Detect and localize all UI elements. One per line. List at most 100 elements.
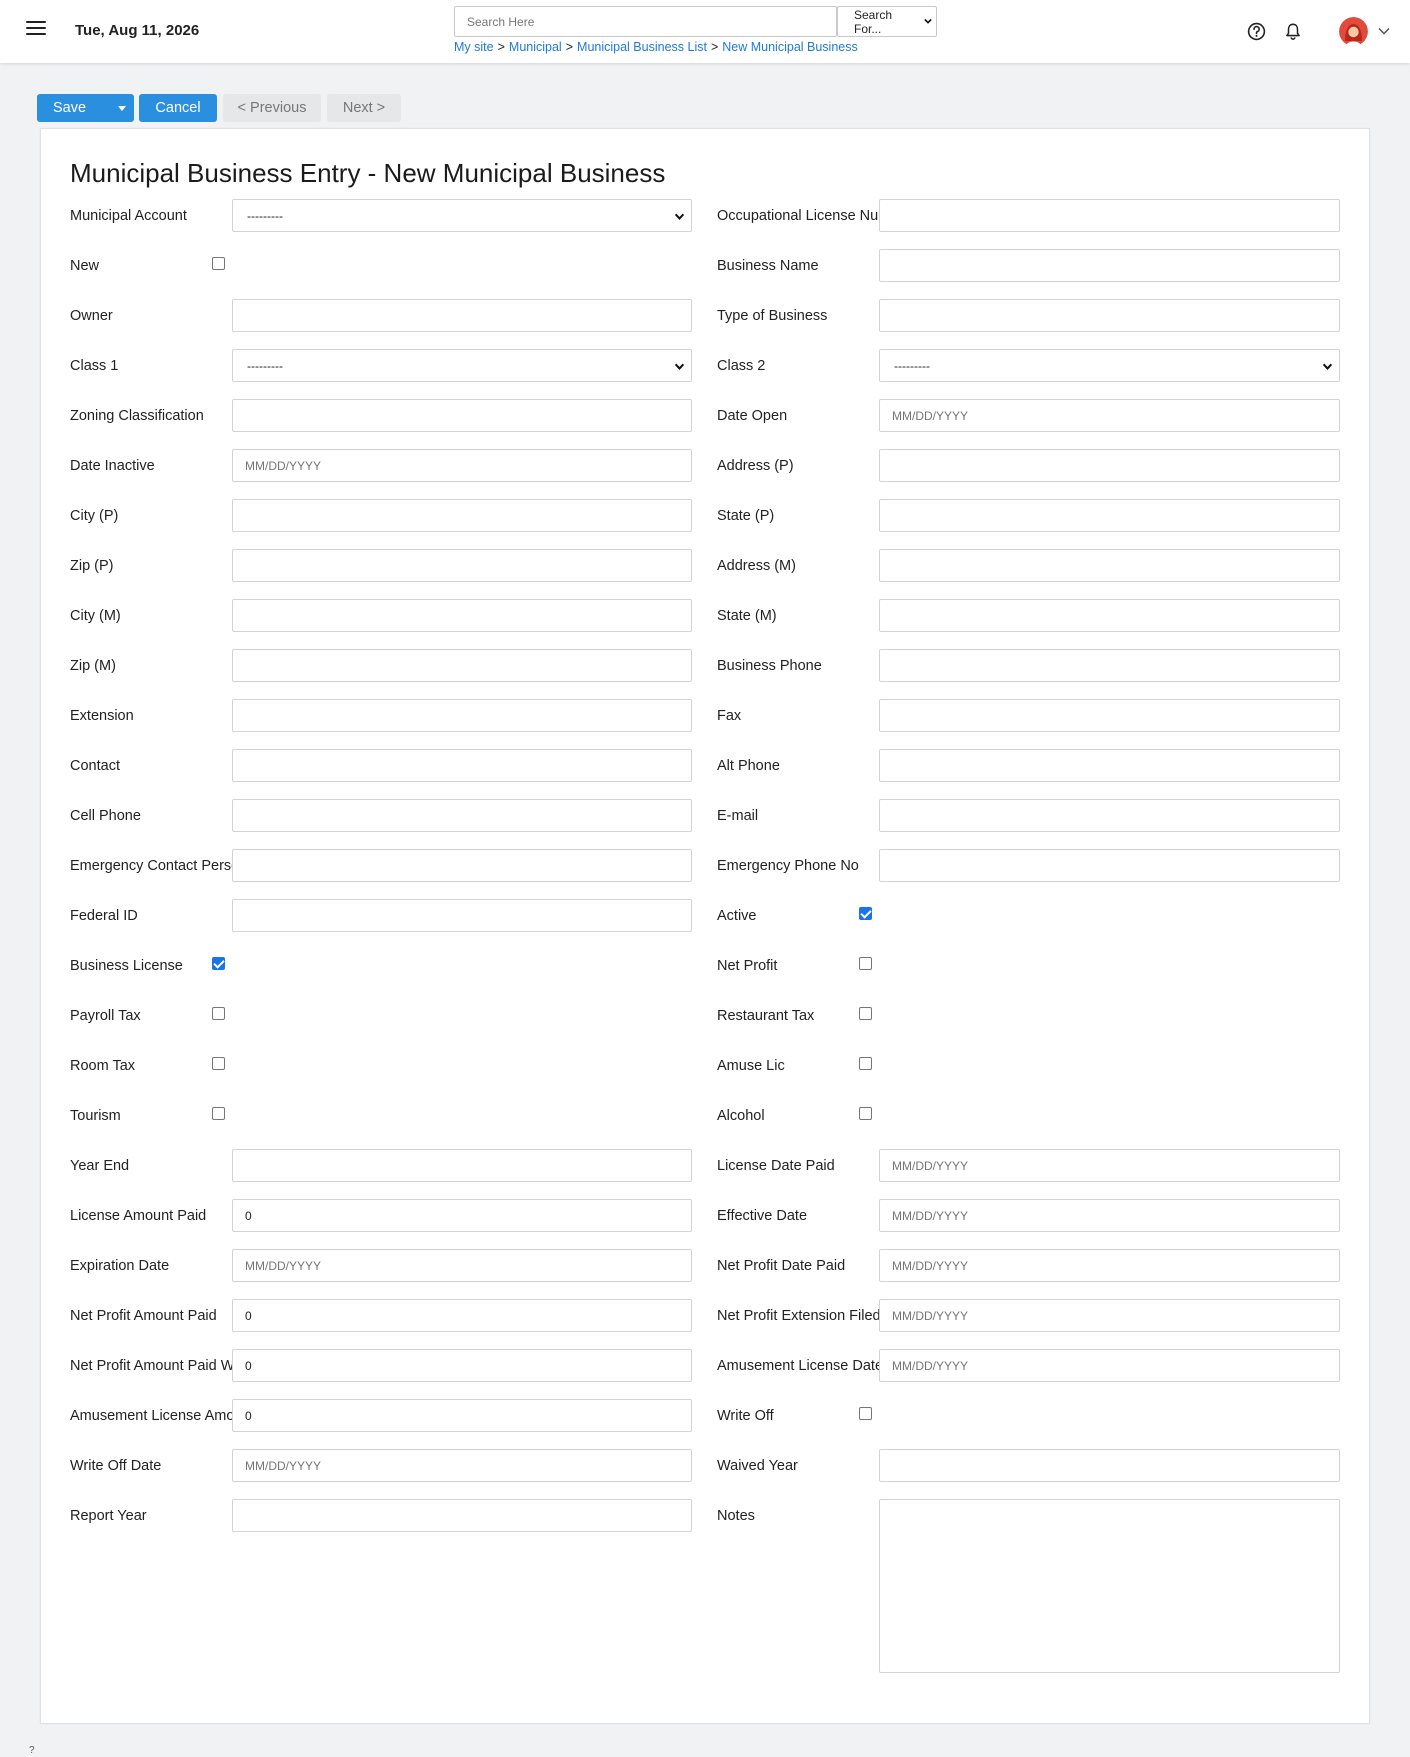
waived-year-input[interactable] [879, 1449, 1340, 1482]
breadcrumb-municipal[interactable]: Municipal [509, 40, 562, 54]
address-m-label: Address (M) [717, 558, 796, 574]
field-type-of-business: Type of Business [41, 299, 1371, 333]
breadcrumb-new-municipal-business[interactable]: New Municipal Business [722, 40, 857, 54]
save-button[interactable]: Save [37, 94, 134, 122]
footer-mark: ? [29, 1745, 35, 1756]
state-p-input[interactable] [879, 499, 1340, 532]
fax-label: Fax [717, 708, 742, 724]
net-profit-date-paid-input[interactable] [879, 1249, 1340, 1282]
search-for-label: Search For... [854, 7, 893, 36]
alt-phone-label: Alt Phone [717, 758, 780, 774]
search-for-select[interactable]: Search For... [837, 6, 937, 37]
field-notes: Notes [41, 1499, 1371, 1673]
breadcrumb-municipal-business-list[interactable]: Municipal Business List [577, 40, 707, 54]
write-off-checkbox[interactable] [859, 1407, 872, 1420]
net-profit-extension-filed-label: Net Profit Extension Filed [717, 1308, 879, 1324]
net-profit-label: Net Profit [717, 958, 778, 974]
field-amusement-license-date: Amusement License Date [41, 1349, 1371, 1383]
occupational-license-number-input[interactable] [879, 199, 1340, 232]
field-waived-year: Waived Year [41, 1449, 1371, 1483]
chevron-down-icon [1322, 363, 1333, 370]
restaurant-tax-label: Restaurant Tax [717, 1008, 815, 1024]
amusement-license-date-label: Amusement License Date [717, 1358, 879, 1374]
net-profit-extension-filed-input[interactable] [879, 1299, 1340, 1332]
class-2-selected-value: --------- [894, 358, 930, 373]
cancel-button[interactable]: Cancel [139, 94, 217, 122]
field-date-open: Date Open [41, 399, 1371, 433]
chevron-down-icon[interactable] [1378, 27, 1390, 35]
address-m-input[interactable] [879, 549, 1340, 582]
date-open-input[interactable] [879, 399, 1340, 432]
date-open-label: Date Open [717, 408, 788, 424]
notes-textarea[interactable] [879, 1499, 1340, 1673]
field-e-mail: E-mail [41, 799, 1371, 833]
field-state-p: State (P) [41, 499, 1371, 533]
class-2-label: Class 2 [717, 358, 766, 374]
effective-date-input[interactable] [879, 1199, 1340, 1232]
field-business-phone: Business Phone [41, 649, 1371, 683]
amuse-lic-label: Amuse Lic [717, 1058, 785, 1074]
field-license-date-paid: License Date Paid [41, 1149, 1371, 1183]
fax-input[interactable] [879, 699, 1340, 732]
write-off-label: Write Off [717, 1408, 774, 1424]
net-profit-date-paid-label: Net Profit Date Paid [717, 1258, 846, 1274]
restaurant-tax-checkbox[interactable] [859, 1007, 872, 1020]
emergency-phone-no-input[interactable] [879, 849, 1340, 882]
search-input[interactable] [454, 6, 837, 37]
license-date-paid-label: License Date Paid [717, 1158, 835, 1174]
notes-label: Notes [717, 1508, 755, 1524]
hamburger-menu-icon[interactable] [26, 21, 46, 37]
field-alt-phone: Alt Phone [41, 749, 1371, 783]
type-of-business-label: Type of Business [717, 308, 828, 324]
waived-year-label: Waived Year [717, 1458, 798, 1474]
help-icon[interactable] [1247, 22, 1266, 41]
field-emergency-phone-no: Emergency Phone No [41, 849, 1371, 883]
field-address-m: Address (M) [41, 549, 1371, 583]
state-m-label: State (M) [717, 608, 777, 624]
business-name-input[interactable] [879, 249, 1340, 282]
e-mail-input[interactable] [879, 799, 1340, 832]
field-class-2: Class 2 --------- [41, 349, 1371, 383]
previous-button[interactable]: < Previous [223, 94, 321, 122]
field-amuse-lic: Amuse Lic [41, 1049, 1371, 1083]
field-write-off: Write Off [41, 1399, 1371, 1433]
license-date-paid-input[interactable] [879, 1149, 1340, 1182]
form-card: Municipal Business Entry - New Municipal… [40, 128, 1370, 1724]
save-options-dropdown[interactable] [109, 94, 134, 122]
field-fax: Fax [41, 699, 1371, 733]
field-alcohol: Alcohol [41, 1099, 1371, 1133]
user-avatar[interactable] [1339, 17, 1368, 46]
business-phone-label: Business Phone [717, 658, 822, 674]
effective-date-label: Effective Date [717, 1208, 808, 1224]
field-address-p: Address (P) [41, 449, 1371, 483]
business-phone-input[interactable] [879, 649, 1340, 682]
field-net-profit: Net Profit [41, 949, 1371, 983]
amusement-license-date-input[interactable] [879, 1349, 1340, 1382]
state-m-input[interactable] [879, 599, 1340, 632]
top-bar: Tue, Aug 11, 2026 Search For... My site>… [0, 0, 1410, 63]
class-2-select[interactable]: --------- [879, 349, 1340, 382]
alcohol-checkbox[interactable] [859, 1107, 872, 1120]
next-button[interactable]: Next > [327, 94, 401, 122]
breadcrumb-my-site[interactable]: My site [454, 40, 494, 54]
state-p-label: State (P) [717, 508, 775, 524]
breadcrumb: My site > Municipal > Municipal Business Lis… [454, 40, 858, 54]
field-effective-date: Effective Date [41, 1199, 1371, 1233]
chevron-down-icon [924, 18, 932, 24]
address-p-input[interactable] [879, 449, 1340, 482]
bell-icon[interactable] [1284, 22, 1302, 41]
alt-phone-input[interactable] [879, 749, 1340, 782]
save-button-label: Save [53, 100, 87, 116]
field-state-m: State (M) [41, 599, 1371, 633]
field-restaurant-tax: Restaurant Tax [41, 999, 1371, 1033]
current-date: Tue, Aug 11, 2026 [75, 22, 200, 39]
address-p-label: Address (P) [717, 458, 794, 474]
amuse-lic-checkbox[interactable] [859, 1057, 872, 1070]
type-of-business-input[interactable] [879, 299, 1340, 332]
business-name-label: Business Name [717, 258, 819, 274]
field-occupational-license-number: Occupational License Number [41, 199, 1371, 233]
net-profit-checkbox[interactable] [859, 957, 872, 970]
field-net-profit-date-paid: Net Profit Date Paid [41, 1249, 1371, 1283]
alcohol-label: Alcohol [717, 1108, 765, 1124]
active-checkbox[interactable] [859, 907, 872, 920]
